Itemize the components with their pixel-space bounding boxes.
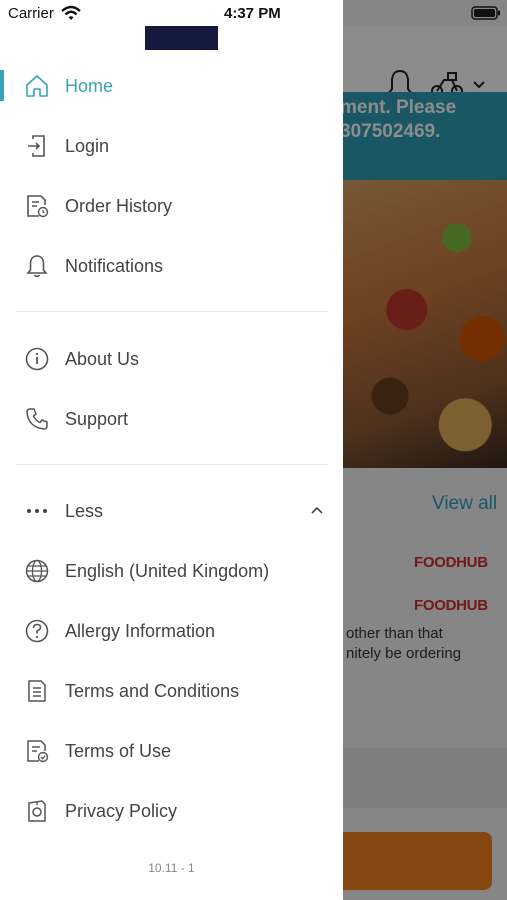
menu-item-label: About Us	[65, 348, 140, 369]
more-toggle-label: Less	[65, 500, 104, 521]
menu-item-label: Allergy Information	[65, 620, 216, 641]
menu-item-label: English (United Kingdom)	[65, 560, 270, 581]
side-drawer: Home Login Order History Notifications A…	[0, 0, 343, 900]
menu-item-privacy-policy[interactable]: Privacy Policy	[0, 789, 343, 833]
login-icon	[24, 133, 50, 159]
menu-item-about-us[interactable]: About Us	[0, 337, 343, 381]
menu-item-home[interactable]: Home	[0, 64, 343, 108]
question-icon	[24, 618, 50, 644]
chevron-up-icon[interactable]	[309, 504, 325, 516]
status-bar: Carrier 4:37 PM	[0, 0, 507, 26]
battery-icon	[471, 6, 500, 20]
menu-item-label: Notifications	[65, 255, 164, 276]
menu-item-terms-and-conditions[interactable]: Terms and Conditions	[0, 669, 343, 713]
privacy-icon	[24, 798, 50, 824]
menu-item-allergy-information[interactable]: Allergy Information	[0, 609, 343, 653]
menu-item-label: Login	[65, 135, 110, 156]
menu-item-support[interactable]: Support	[0, 397, 343, 441]
order-history-icon	[24, 193, 50, 219]
bell-icon	[24, 253, 50, 279]
more-dots-icon	[24, 498, 50, 524]
carrier-label: Carrier	[8, 5, 54, 22]
menu-item-terms-of-use[interactable]: Terms of Use	[0, 729, 343, 773]
document-check-icon	[24, 738, 50, 764]
document-icon	[24, 678, 50, 704]
menu-item-notifications[interactable]: Notifications	[0, 244, 343, 288]
app-version: 10.11 - 1	[148, 861, 195, 875]
menu-item-label: Order History	[65, 195, 173, 216]
menu-item-order-history[interactable]: Order History	[0, 184, 343, 228]
menu-item-label: Support	[65, 408, 129, 429]
phone-icon	[24, 406, 50, 432]
menu-item-label: Privacy Policy	[65, 800, 178, 821]
restaurant-logo	[145, 26, 218, 50]
menu-item-label: Terms of Use	[65, 740, 172, 761]
wifi-icon	[61, 5, 81, 20]
home-icon	[24, 73, 50, 99]
menu-item-login[interactable]: Login	[0, 124, 343, 168]
section-divider	[16, 464, 328, 465]
status-time: 4:37 PM	[224, 5, 281, 22]
menu-item-language[interactable]: English (United Kingdom)	[0, 549, 343, 593]
section-divider	[16, 311, 328, 312]
menu-item-label: Terms and Conditions	[65, 680, 240, 701]
menu-item-label: Home	[65, 75, 114, 96]
info-icon	[24, 346, 50, 372]
globe-icon	[24, 558, 50, 584]
more-toggle[interactable]: Less	[0, 489, 343, 533]
